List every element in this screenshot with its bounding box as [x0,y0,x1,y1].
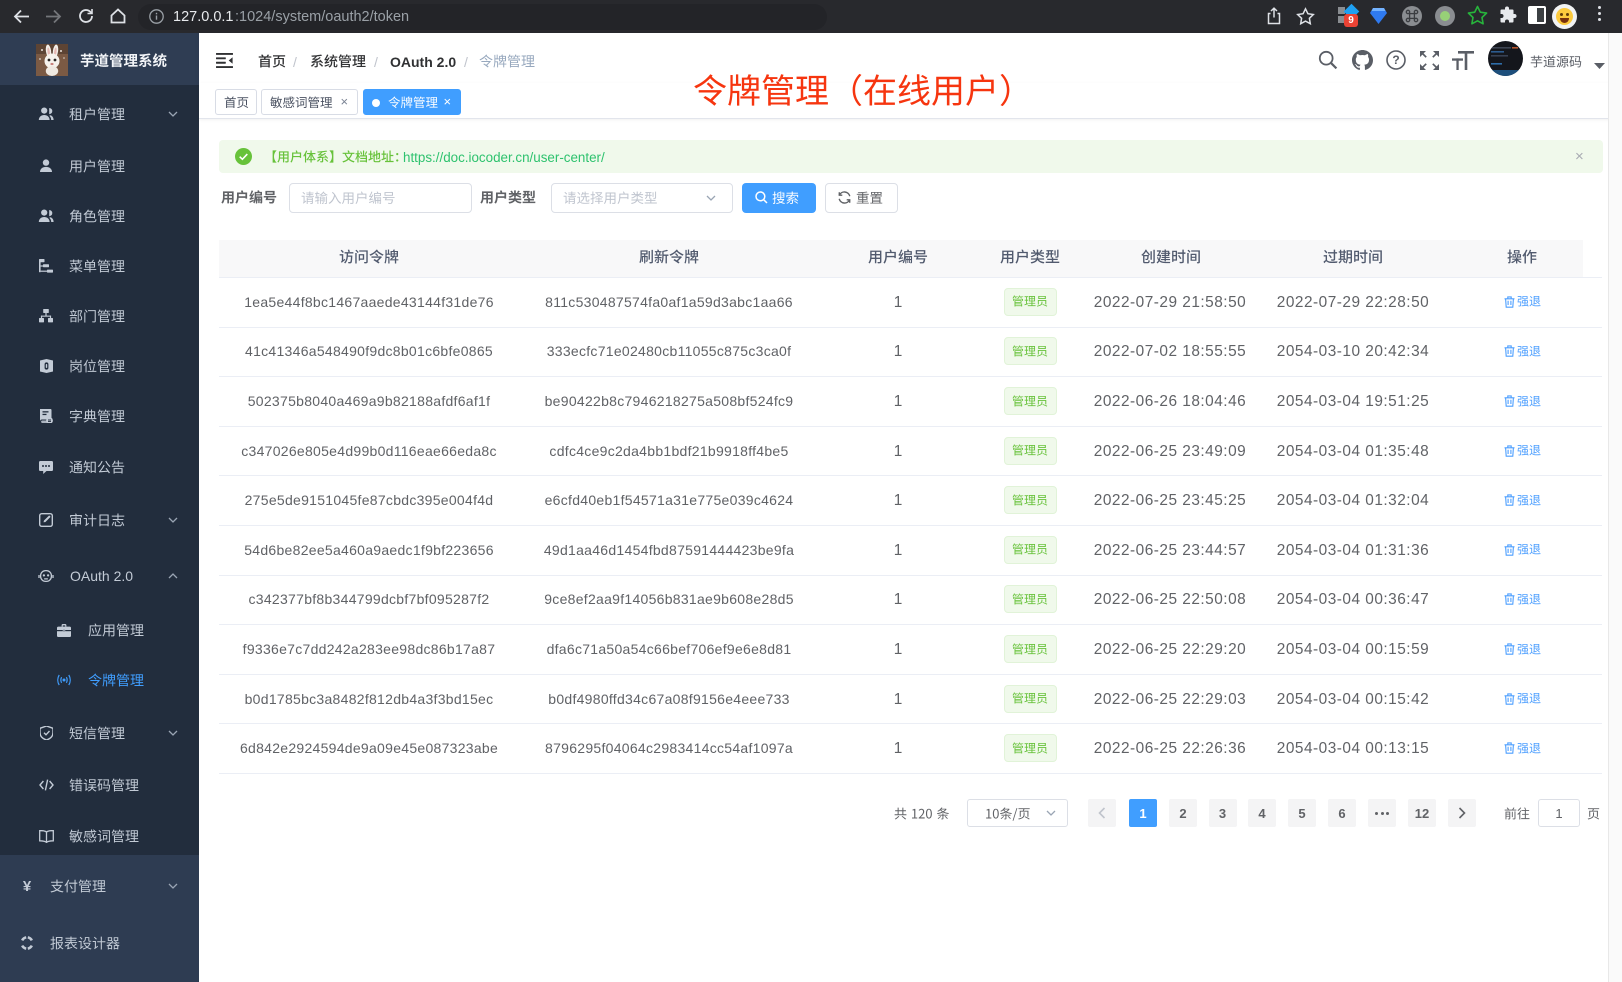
svg-text:?: ? [1392,53,1399,67]
